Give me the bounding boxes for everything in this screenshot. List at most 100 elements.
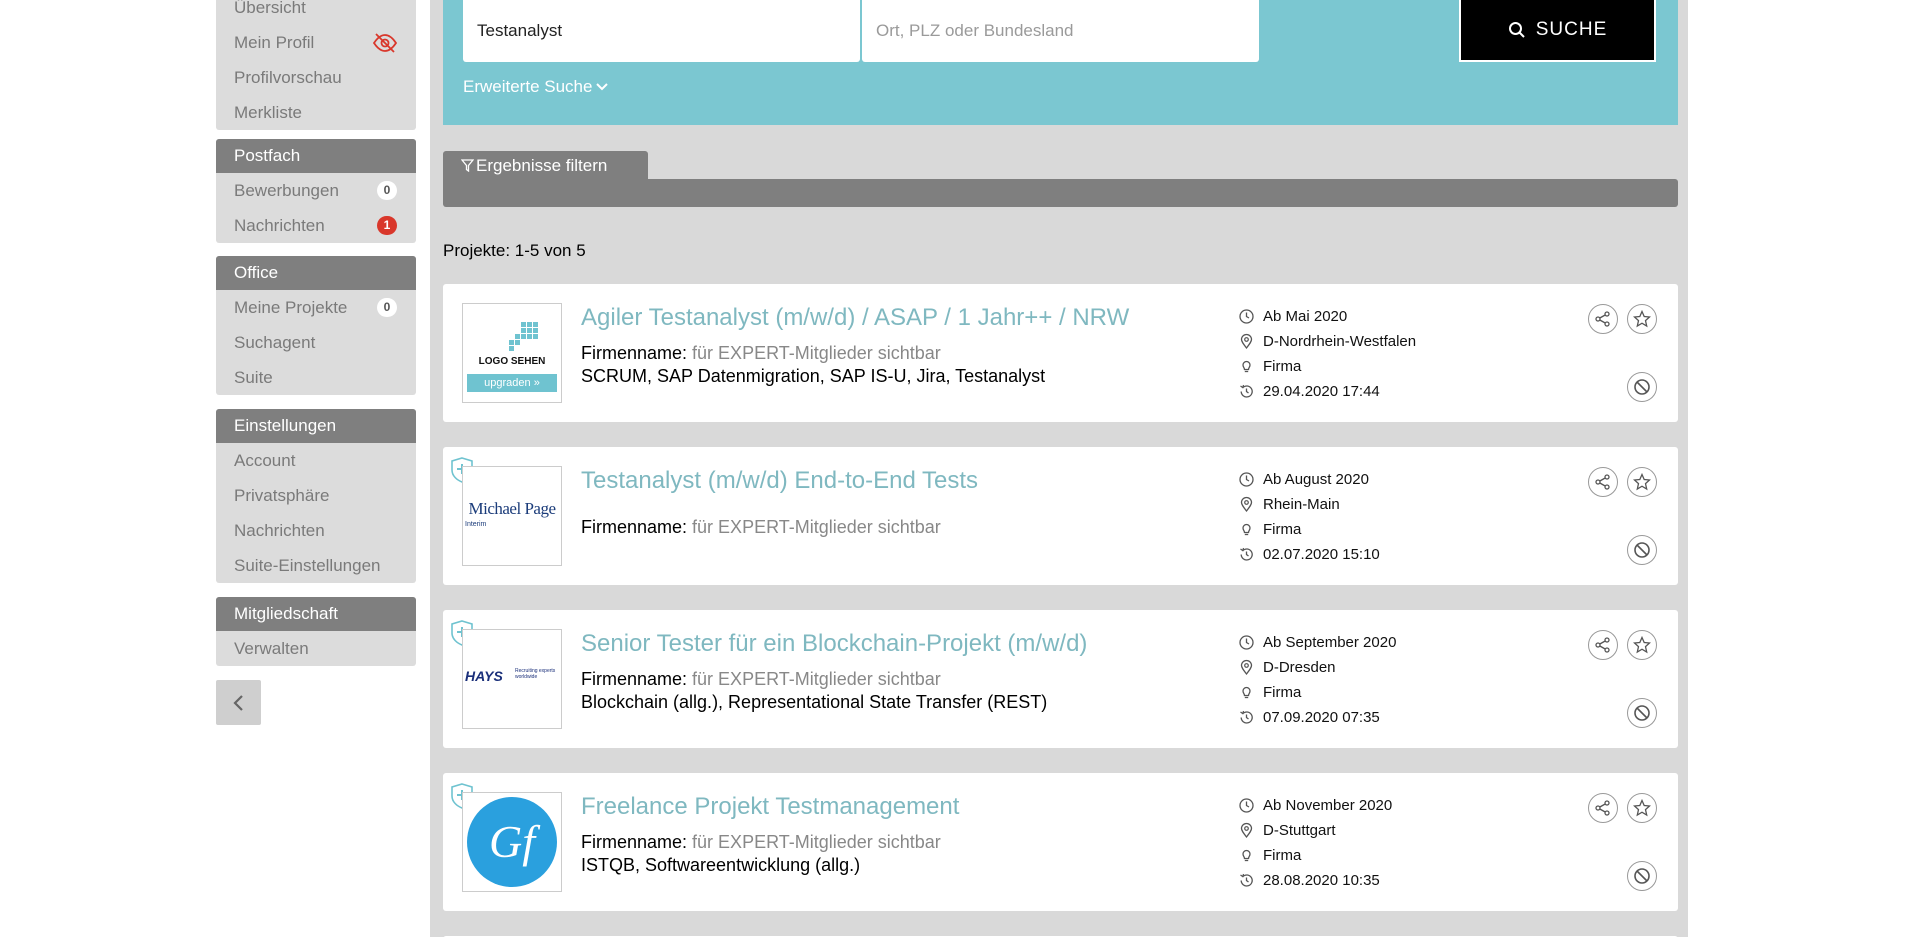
sidebar-item-label: Suite-Einstellungen (234, 556, 381, 575)
company-label: Firmenname: (581, 669, 688, 689)
project-meta: Ab November 2020 D-Stuttgart Firma 28.08… (1238, 793, 1468, 893)
search-button[interactable]: SUCHE (1459, 0, 1656, 62)
company-line: Firmenname: für EXPERT-Mitglieder sichtb… (581, 517, 941, 538)
share-button[interactable] (1588, 793, 1618, 823)
project-title[interactable]: Testanalyst (m/w/d) End-to-End Tests (581, 467, 978, 495)
company-label: Firmenname: (581, 343, 688, 363)
star-icon (1633, 799, 1651, 817)
eye-off-icon[interactable] (372, 33, 398, 53)
project-title[interactable]: Freelance Projekt Testmanagement (581, 793, 959, 821)
sidebar-item-nachrichten-settings[interactable]: Nachrichten (216, 513, 416, 548)
sidebar-item-suite[interactable]: Suite (216, 360, 416, 395)
project-meta: Ab September 2020 D-Dresden Firma 07.09.… (1238, 630, 1468, 730)
bookmark-star-button[interactable] (1627, 793, 1657, 823)
company-logo: LOGO SEHEN upgraden » (462, 303, 562, 403)
search-icon (1508, 22, 1525, 38)
sidebar-office-group: Office Meine Projekte 0 Suchagent Suite (216, 256, 416, 395)
project-card[interactable]: HAYS Recruiting experts worldwide Senior… (443, 610, 1678, 748)
clock-icon (1239, 635, 1254, 650)
sidebar-header-postfach: Postfach (216, 139, 416, 173)
logo-wordmark: Michael Page (468, 499, 557, 518)
sidebar-item-suchagent[interactable]: Suchagent (216, 325, 416, 360)
sidebar-item-label: Suite (234, 368, 273, 387)
sidebar-item-mein-profil[interactable]: Mein Profil (216, 25, 416, 60)
clock-icon (1239, 798, 1254, 813)
block-icon (1634, 542, 1650, 558)
sidebar-item-label: Bewerbungen (234, 181, 339, 200)
share-button[interactable] (1588, 467, 1618, 497)
result-count: Projekte: 1-5 von 5 (443, 241, 586, 260)
project-meta: Ab Mai 2020 D-Nordrhein-Westfalen Firma … (1238, 304, 1468, 404)
logo-upgrade-link[interactable]: upgraden » (467, 374, 557, 392)
start-date: Ab September 2020 (1263, 634, 1397, 651)
provider-type: Firma (1263, 358, 1302, 375)
sidebar-item-suite-einstellungen[interactable]: Suite-Einstellungen (216, 548, 416, 583)
bookmark-star-button[interactable] (1627, 630, 1657, 660)
sidebar-item-bewerbungen[interactable]: Bewerbungen 0 (216, 173, 416, 208)
history-icon (1240, 384, 1253, 398)
project-title[interactable]: Senior Tester für ein Blockchain-Projekt… (581, 630, 1087, 658)
logo-wordmark: HAYS (465, 668, 503, 684)
sidebar-header-einstellungen: Einstellungen (216, 409, 416, 443)
project-card[interactable]: Gf Freelance Projekt Testmanagement Firm… (443, 773, 1678, 911)
company-logo: HAYS Recruiting experts worldwide (462, 629, 562, 729)
project-skills: SCRUM, SAP Datenmigration, SAP IS-U, Jir… (581, 366, 1046, 386)
sidebar-item-label: Privatsphäre (234, 486, 330, 505)
lightbulb-icon (1242, 849, 1251, 862)
advanced-search-label: Erweiterte Suche (463, 77, 593, 96)
hide-project-button[interactable] (1627, 535, 1657, 565)
hide-project-button[interactable] (1627, 698, 1657, 728)
sidebar-item-merkliste[interactable]: Merkliste (216, 95, 416, 130)
sidebar-item-verwalten[interactable]: Verwalten (216, 631, 416, 666)
project-card[interactable]: LOGO SEHEN upgraden » Agiler Testanalyst… (443, 284, 1678, 422)
sidebar-item-label: Merkliste (234, 103, 303, 122)
logo-subtext: Recruiting experts worldwide (515, 668, 556, 680)
sidebar-item-profilvorschau[interactable]: Profilvorschau (216, 60, 416, 95)
project-location: Rhein-Main (1263, 496, 1340, 513)
sidebar-item-label: Verwalten (234, 639, 309, 658)
company-value: für EXPERT-Mitglieder sichtbar (692, 517, 941, 537)
sidebar-item-meine-projekte[interactable]: Meine Projekte 0 (216, 290, 416, 325)
sidebar-item-nachrichten[interactable]: Nachrichten 1 (216, 208, 416, 243)
share-icon (1595, 800, 1610, 816)
posted-date: 29.04.2020 17:44 (1263, 383, 1380, 400)
filter-icon (460, 159, 475, 173)
project-card[interactable]: Michael Page Interim Testanalyst (m/w/d)… (443, 447, 1678, 585)
keyword-input[interactable] (463, 0, 860, 62)
lightbulb-icon (1242, 686, 1251, 699)
page: Übersicht Mein Profil Profilvorschau Mer… (0, 0, 1920, 937)
count-badge: 0 (377, 181, 397, 200)
star-icon (1633, 310, 1651, 328)
filter-results-tab[interactable]: Ergebnisse filtern (443, 151, 648, 180)
block-icon (1634, 705, 1650, 721)
sidebar-item-privatsphaere[interactable]: Privatsphäre (216, 478, 416, 513)
sidebar-item-label: Übersicht (234, 0, 306, 17)
sidebar-item-label: Nachrichten (234, 216, 325, 235)
sidebar-collapse-button[interactable] (216, 680, 261, 725)
sidebar-item-label: Profilvorschau (234, 68, 342, 87)
project-location: D-Dresden (1263, 659, 1336, 676)
share-icon (1595, 311, 1610, 327)
start-date: Ab November 2020 (1263, 797, 1393, 814)
search-button-label: SUCHE (1535, 19, 1608, 40)
location-pin-icon (1240, 822, 1253, 839)
sidebar-item-uebersicht[interactable]: Übersicht (216, 0, 416, 25)
project-title[interactable]: Agiler Testanalyst (m/w/d) / ASAP / 1 Ja… (581, 304, 1129, 332)
lightbulb-icon (1242, 523, 1251, 536)
block-icon (1634, 868, 1650, 884)
hide-project-button[interactable] (1627, 372, 1657, 402)
sidebar-header-office: Office (216, 256, 416, 290)
bookmark-star-button[interactable] (1627, 304, 1657, 334)
posted-date: 07.09.2020 07:35 (1263, 709, 1380, 726)
location-input[interactable] (862, 0, 1259, 62)
bookmark-star-button[interactable] (1627, 467, 1657, 497)
project-skills: Blockchain (allg.), Representational Sta… (581, 692, 1048, 712)
sidebar-item-account[interactable]: Account (216, 443, 416, 478)
sidebar-item-label: Suchagent (234, 333, 316, 352)
sidebar-header-mitgliedschaft: Mitgliedschaft (216, 597, 416, 631)
chevron-left-icon (232, 694, 243, 711)
hide-project-button[interactable] (1627, 861, 1657, 891)
share-button[interactable] (1588, 630, 1618, 660)
advanced-search-toggle[interactable]: Erweiterte Suche (463, 77, 609, 97)
share-button[interactable] (1588, 304, 1618, 334)
